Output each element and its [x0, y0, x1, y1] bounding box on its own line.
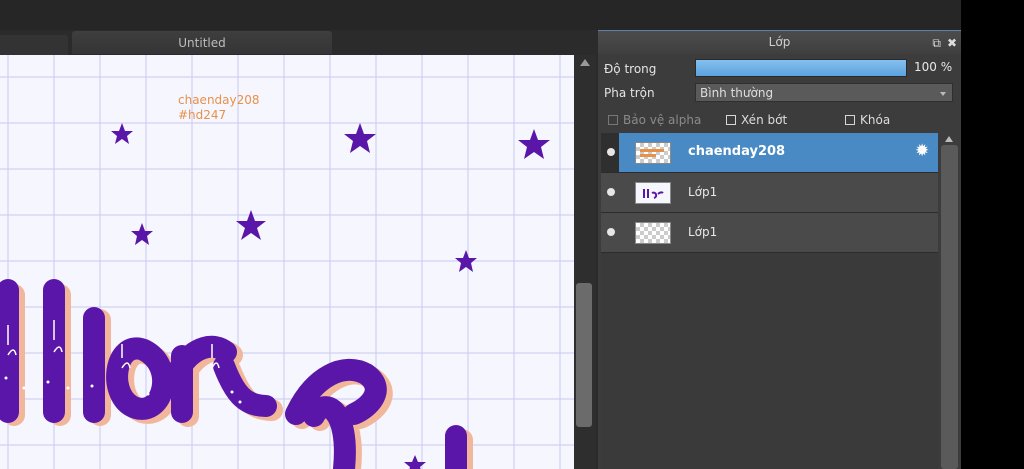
canvas-artwork: chaenday208 #hd247 — [0, 55, 574, 469]
blend-mode-select[interactable]: Bình thường — [695, 83, 953, 102]
lettering-ink — [0, 279, 467, 469]
clipping-checkbox[interactable]: Xén bớt — [726, 113, 787, 127]
scroll-track[interactable] — [941, 145, 958, 469]
layer-panel-header: Lớp ⧉ ✖ — [598, 30, 961, 54]
layer-thumbnail — [635, 222, 671, 244]
lock-checkbox[interactable]: Khóa — [845, 113, 890, 127]
drawing-canvas[interactable]: chaenday208 #hd247 — [0, 55, 574, 469]
opacity-slider[interactable] — [695, 59, 907, 77]
visibility-dot-icon[interactable] — [607, 228, 615, 236]
layer-item-chaenday208[interactable]: chaenday208 ✹ — [601, 133, 938, 173]
opacity-value: 100 % — [914, 60, 953, 74]
layer-list: chaenday208 ✹ Lớp1 Lớp1 — [601, 133, 938, 469]
close-icon[interactable]: ✖ — [947, 37, 957, 49]
chevron-down-icon — [940, 92, 946, 96]
layer-item-lop1[interactable]: Lớp1 — [601, 213, 938, 253]
blend-mode-value: Bình thường — [700, 86, 774, 100]
layer-list-scrollbar[interactable] — [938, 133, 961, 469]
checkbox-box — [726, 115, 736, 125]
visibility-dot-icon[interactable] — [607, 188, 615, 196]
gear-icon[interactable]: ✹ — [915, 143, 929, 160]
opacity-label: Độ trong — [604, 62, 657, 76]
layer-name: Lớp1 — [688, 225, 718, 239]
scroll-thumb[interactable] — [576, 283, 592, 427]
layer-name: Lớp1 — [688, 185, 718, 199]
tab-untitled[interactable]: Untitled — [72, 31, 332, 54]
document-tab-bar: Untitled — [0, 30, 596, 55]
layer-thumbnail — [635, 182, 671, 204]
layer-item-lop1[interactable]: Lớp1 — [601, 173, 938, 213]
protect-alpha-checkbox[interactable]: Bảo vệ alpha — [608, 113, 701, 127]
star — [344, 123, 376, 153]
checkbox-box — [845, 115, 855, 125]
popout-icon[interactable]: ⧉ — [932, 37, 941, 49]
app-window: Untitled chaenday208 #hd247 Lớp ⧉ ✖ Độ t… — [0, 0, 961, 469]
top-bar — [0, 0, 961, 30]
star — [404, 455, 426, 469]
layer-panel: Lớp ⧉ ✖ Độ trong 100 % Pha trộn Bình thư… — [598, 30, 961, 469]
scroll-up-arrow-icon[interactable] — [945, 136, 953, 142]
canvas-vertical-scrollbar[interactable] — [574, 55, 596, 469]
star — [131, 223, 153, 245]
blend-label: Pha trộn — [604, 86, 655, 100]
checkbox-box — [608, 115, 618, 125]
watermark-tag: #hd247 — [178, 108, 226, 122]
layer-name: chaenday208 — [688, 144, 786, 159]
scroll-up-arrow-icon[interactable] — [580, 59, 590, 66]
protect-alpha-label: Bảo vệ alpha — [623, 113, 702, 127]
watermark-name: chaenday208 — [178, 93, 260, 107]
clipping-label: Xén bớt — [741, 113, 788, 127]
visibility-dot-icon[interactable] — [607, 148, 615, 156]
lock-label: Khóa — [860, 113, 891, 127]
star — [111, 123, 133, 144]
previous-tab[interactable] — [0, 35, 68, 55]
star — [518, 129, 550, 159]
panel-title: Lớp — [768, 35, 791, 49]
layer-thumbnail — [635, 142, 671, 164]
